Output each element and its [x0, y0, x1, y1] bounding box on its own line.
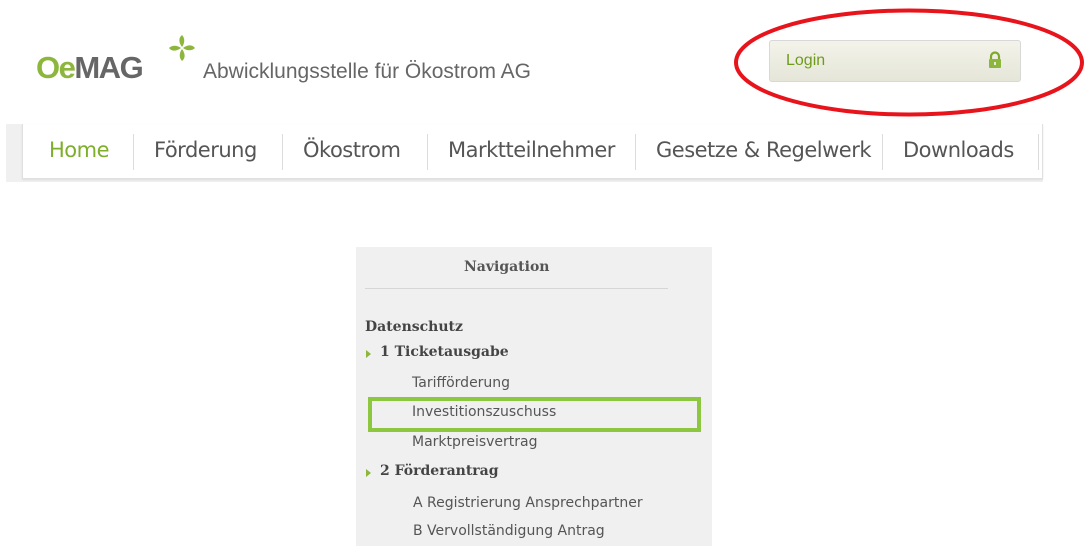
nav-separator: [133, 134, 134, 170]
arrow-right-icon: [366, 469, 371, 477]
navbar-inner: Home Förderung Ökostrom Marktteilnehmer …: [22, 124, 1043, 179]
nav-separator: [1038, 134, 1039, 170]
sidebar-item-datenschutz[interactable]: Datenschutz: [365, 319, 463, 335]
pinwheel-icon: [169, 35, 195, 61]
logo-oe-text: Oe: [36, 50, 76, 85]
panel-divider: [365, 288, 668, 289]
nav-item-home[interactable]: Home: [49, 124, 110, 179]
sidebar-item-vervollstaendigung[interactable]: B Vervollständigung Antrag: [413, 523, 605, 539]
panel-title: Navigation: [464, 259, 550, 275]
nav-item-downloads[interactable]: Downloads: [903, 124, 1014, 179]
nav-separator: [882, 134, 883, 170]
arrow-right-icon: [366, 350, 371, 358]
main-navbar: Home Förderung Ökostrom Marktteilnehmer …: [6, 124, 1043, 182]
nav-item-oekostrom[interactable]: Ökostrom: [303, 124, 401, 179]
sidebar-item-marktpreisvertrag[interactable]: Marktpreisvertrag: [412, 434, 538, 450]
nav-item-gesetze-regelwerk[interactable]: Gesetze & Regelwerk: [656, 124, 872, 179]
nav-item-marktteilnehmer[interactable]: Marktteilnehmer: [448, 124, 615, 179]
nav-item-foerderung[interactable]: Förderung: [154, 124, 257, 179]
green-highlight-box: [368, 397, 701, 432]
nav-separator: [635, 134, 636, 170]
sidebar-item-tariffoerderung[interactable]: Tarifförderung: [412, 375, 510, 391]
sidebar-item-registrierung[interactable]: A Registrierung Ansprechpartner: [413, 495, 643, 511]
sidebar-item-ticketausgabe[interactable]: 1 Ticketausgabe: [380, 344, 509, 360]
red-highlight-ellipse: [734, 8, 1084, 117]
nav-separator: [282, 134, 283, 170]
tagline: Abwicklungsstelle für Ökostrom AG: [203, 60, 531, 83]
logo-mag-text: MAG: [74, 50, 143, 85]
sidebar-item-foerderantrag[interactable]: 2 Förderantrag: [380, 463, 499, 479]
nav-separator: [427, 134, 428, 170]
